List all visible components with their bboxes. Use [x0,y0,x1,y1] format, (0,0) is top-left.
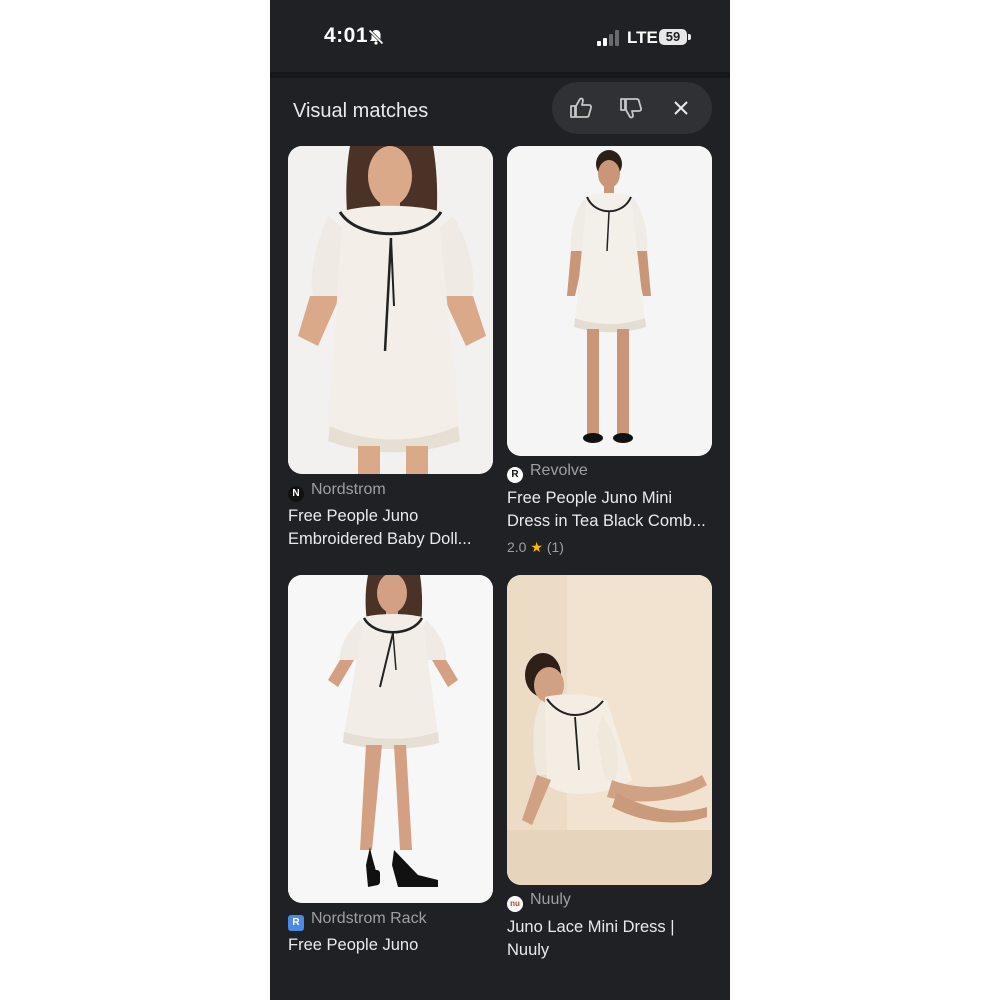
product-image[interactable] [288,146,493,474]
result-source: N Nordstrom [288,481,493,502]
result-card-nuuly[interactable]: nu Nuuly Juno Lace Mini Dress | Nuuly [507,575,712,975]
result-title[interactable]: Free People Juno Mini Dress in Tea Black… [507,487,712,533]
result-source: R Nordstrom Rack [288,910,493,931]
rating-value: 2.0 [507,539,527,555]
result-title-line-1: Juno Lace Mini Dress | [507,918,675,936]
result-title-line-2: Nuuly [507,941,550,959]
result-title[interactable]: Juno Lace Mini Dress | Nuuly [507,916,712,962]
thumbs-down-icon[interactable] [617,94,645,122]
result-source: R Revolve [507,462,712,483]
nordstrom-rack-logo-icon: R [288,915,304,931]
dress-photo [507,146,712,456]
product-image[interactable] [507,575,712,885]
result-title-line-1: Free People Juno [288,507,419,525]
revolve-logo-icon: R [507,467,523,483]
nuuly-logo-icon: nu [507,896,523,912]
result-title-line-2: Dress in Tea Black Comb... [507,512,706,530]
close-icon[interactable] [667,94,695,122]
status-time: 4:01 [324,24,369,47]
thumbs-up-icon[interactable] [567,94,595,122]
result-title-line-1: Free People Juno Mini [507,489,673,507]
section-title: Visual matches [293,100,429,122]
result-card-nordstrom-rack[interactable]: R Nordstrom Rack Free People Juno [288,575,493,975]
star-icon: ★ [530,539,543,555]
source-name: Nordstrom Rack [311,910,427,927]
result-card-revolve[interactable]: R Revolve Free People Juno Mini Dress in … [507,146,712,566]
source-name: Nordstrom [311,481,386,498]
header-divider [270,72,730,78]
feedback-bar [552,82,712,134]
result-title-line-1: Free People Juno [288,936,419,954]
status-bar: 4:01 LTE 59 [270,0,730,72]
network-type: LTE [627,28,658,47]
result-source: nu Nuuly [507,891,712,912]
nordstrom-logo-icon: N [288,486,304,502]
dress-photo [507,575,712,885]
result-title[interactable]: Free People Juno [288,934,493,957]
phone-screen: 4:01 LTE 59 Visual matches N Nordstrom F… [270,0,730,1000]
battery-tip [688,34,691,40]
signal-icon [597,30,619,46]
product-image[interactable] [507,146,712,456]
source-name: Revolve [530,462,588,479]
battery-level: 59 [659,29,687,45]
product-image[interactable] [288,575,493,903]
review-count: (1) [546,539,564,555]
source-name: Nuuly [530,891,571,908]
result-card-nordstrom[interactable]: N Nordstrom Free People Juno Embroidered … [288,146,493,566]
bell-muted-icon [368,29,384,45]
result-rating: 2.0 ★ (1) [507,539,564,556]
result-title[interactable]: Free People Juno Embroidered Baby Doll..… [288,505,493,551]
dress-photo [288,575,493,903]
dress-photo [288,146,493,474]
result-title-line-2: Embroidered Baby Doll... [288,530,472,548]
